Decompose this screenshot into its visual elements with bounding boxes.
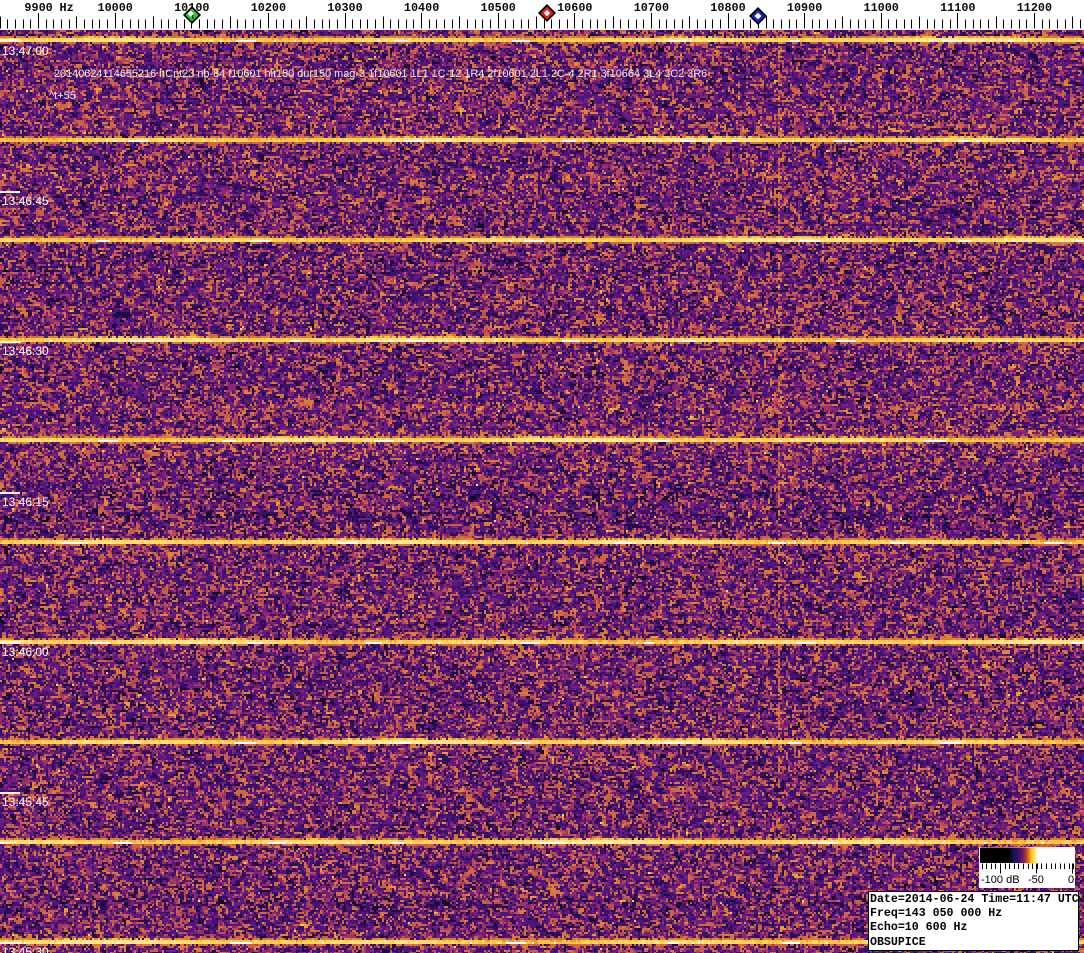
svg-text:10300: 10300 — [327, 1, 362, 15]
svg-text:10700: 10700 — [634, 1, 669, 15]
svg-text:11100: 11100 — [940, 1, 975, 15]
svg-text:10200: 10200 — [251, 1, 286, 15]
svg-text:10800: 10800 — [710, 1, 745, 15]
svg-text:11200: 11200 — [1017, 1, 1052, 15]
svg-text:10500: 10500 — [480, 1, 515, 15]
svg-text:9900: 9900 — [24, 1, 52, 15]
svg-text:11000: 11000 — [863, 1, 898, 15]
svg-text:10400: 10400 — [404, 1, 439, 15]
svg-text:10000: 10000 — [97, 1, 132, 15]
svg-text:10900: 10900 — [787, 1, 822, 15]
svg-text:Hz: Hz — [60, 1, 74, 15]
svg-text:10600: 10600 — [557, 1, 592, 15]
